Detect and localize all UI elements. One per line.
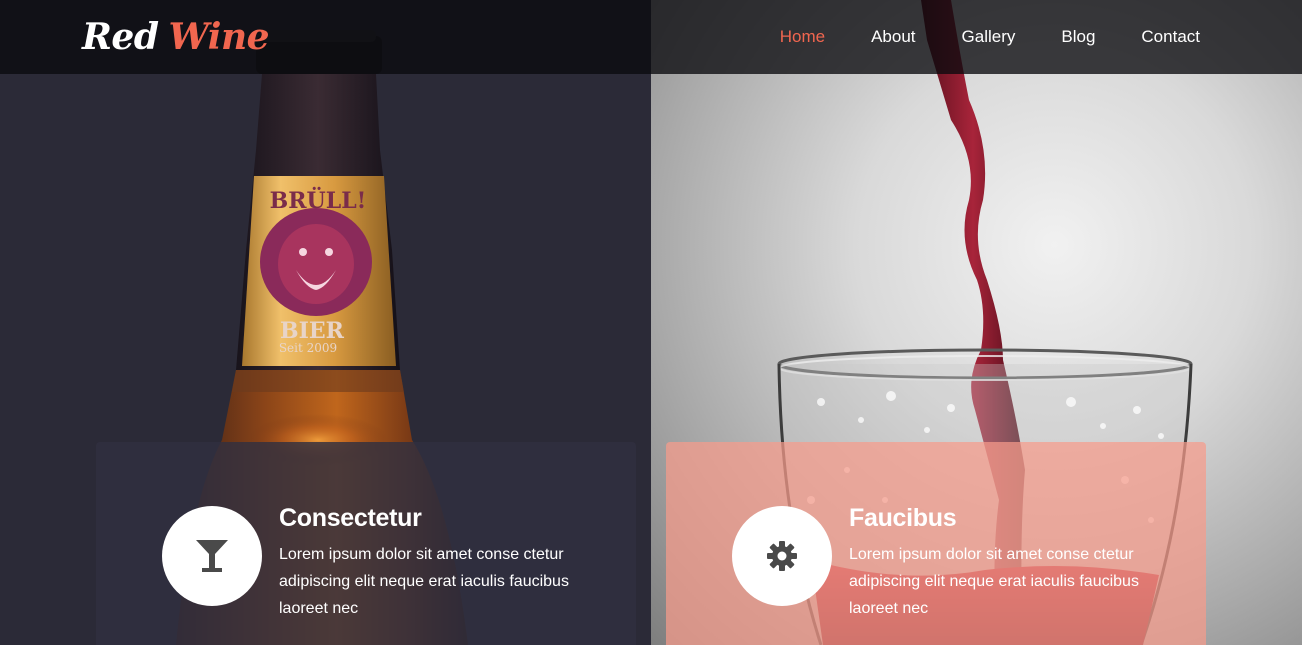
feature-title: Consectetur <box>279 504 422 532</box>
main-nav: Home About Gallery Blog Contact <box>734 0 1200 74</box>
top-navbar: Red Wine Home About Gallery Blog Contact <box>0 0 1302 74</box>
feature-card-faucibus: Faucibus Lorem ipsum dolor sit amet cons… <box>666 442 1206 645</box>
nav-item-blog[interactable]: Blog <box>1061 0 1095 74</box>
feature-description: Lorem ipsum dolor sit amet conse ctetur … <box>279 546 569 617</box>
feature-title: Faucibus <box>849 504 957 532</box>
brand-logo[interactable]: Red Wine <box>82 14 270 60</box>
brand-logo-part1: Red <box>82 16 159 58</box>
bottle-label-since: Seit 2009 <box>279 341 337 355</box>
nav-item-contact[interactable]: Contact <box>1141 0 1200 74</box>
gear-icon <box>767 541 797 571</box>
nav-item-home[interactable]: Home <box>780 0 825 74</box>
brand-logo-part2: Wine <box>168 16 270 58</box>
nav-item-about[interactable]: About <box>871 0 915 74</box>
feature-card-consectetur: Consectetur Lorem ipsum dolor sit amet c… <box>96 442 636 645</box>
nav-item-gallery[interactable]: Gallery <box>962 0 1016 74</box>
feature-icon-circle <box>732 506 832 606</box>
cocktail-glass-icon <box>196 540 228 572</box>
feature-icon-circle <box>162 506 262 606</box>
feature-description: Lorem ipsum dolor sit amet conse ctetur … <box>849 546 1139 617</box>
